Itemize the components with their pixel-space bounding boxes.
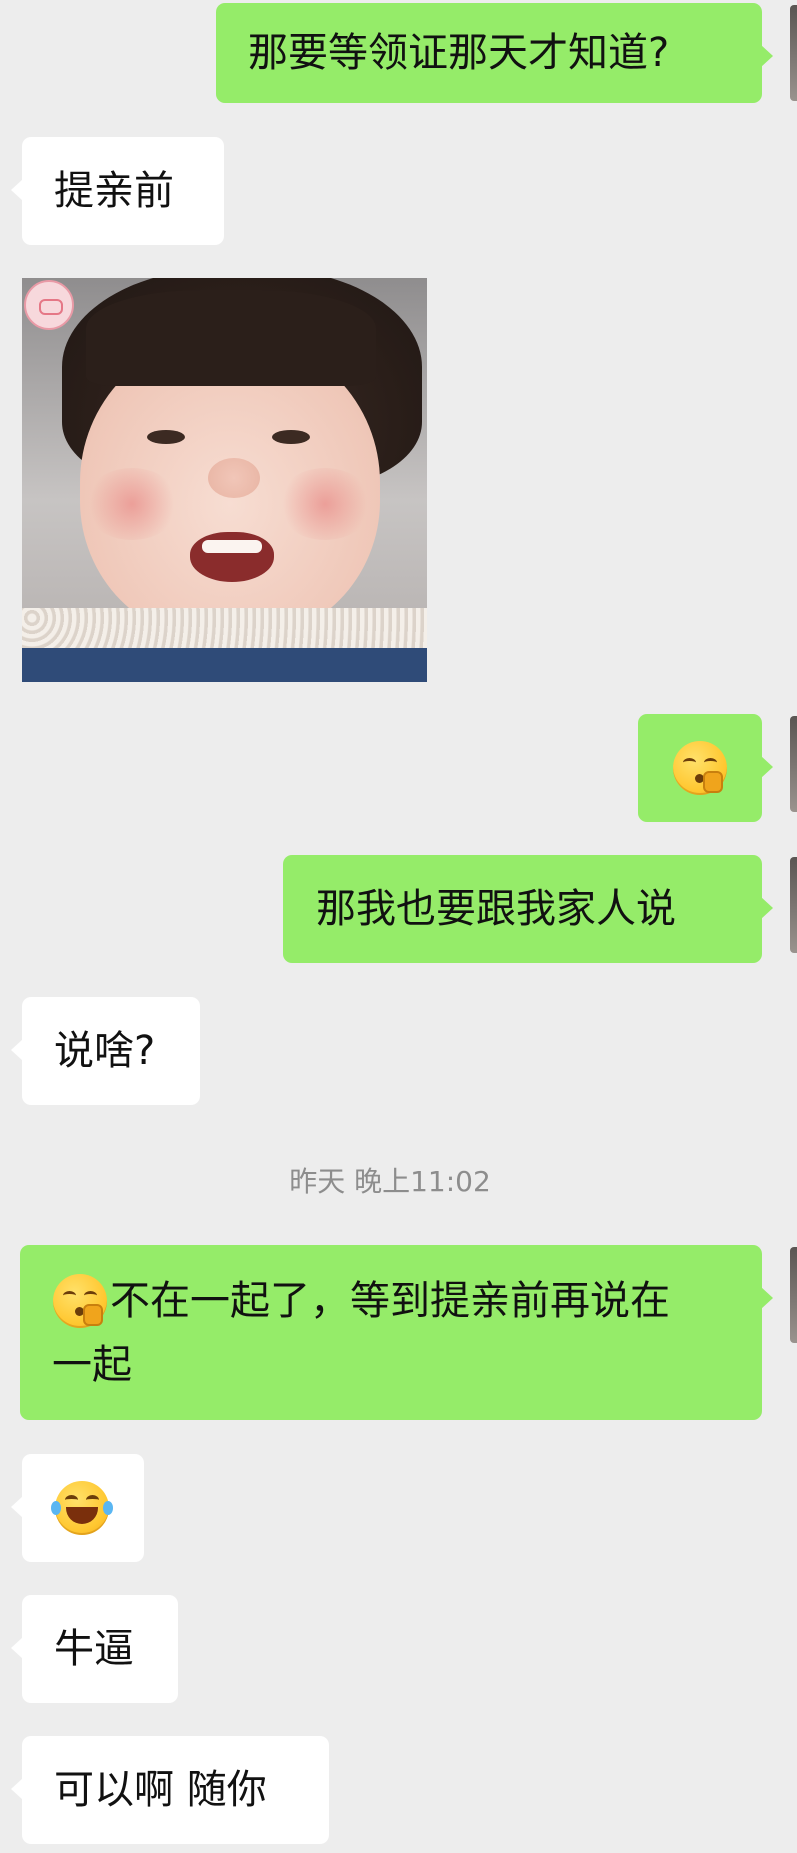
tears-of-joy-icon	[51, 1481, 113, 1535]
photo-eye	[147, 430, 185, 444]
emoji-eye	[84, 1291, 97, 1300]
emoji-tear	[103, 1501, 113, 1515]
message-text: 提亲前	[54, 168, 174, 214]
photo-bangs	[86, 290, 376, 386]
message-text: 不在一起了，等到提亲前再说在	[110, 1278, 670, 1324]
photo-cheek	[84, 468, 180, 540]
pig-sticker-icon	[24, 280, 74, 330]
photo-shirt	[22, 648, 427, 682]
message-bubble-incoming[interactable]: 牛逼	[11, 1595, 178, 1703]
chat-view[interactable]: 那要等领证那天才知道? 提亲前 那我也要跟我家人说 说啥? 昨天 晚上11:02…	[0, 0, 797, 1853]
photo-eye	[272, 430, 310, 444]
message-text: 牛逼	[54, 1626, 134, 1672]
message-bubble-outgoing[interactable]: 不在一起了，等到提亲前再说在 一起	[20, 1245, 773, 1420]
message-text: 可以啊 随你	[54, 1767, 267, 1813]
photo-nose	[208, 458, 260, 498]
emoji-hand	[83, 1304, 103, 1326]
avatar[interactable]	[790, 857, 797, 953]
timestamp-divider: 昨天 晚上11:02	[289, 1165, 491, 1198]
message-text: 一起	[52, 1342, 132, 1388]
emoji-eye	[86, 1495, 99, 1505]
emoji-eye	[683, 758, 696, 767]
message-text: 那要等领证那天才知道?	[248, 30, 670, 76]
emoji-mouth	[66, 1507, 98, 1524]
avatar[interactable]	[790, 5, 797, 101]
message-text: 那我也要跟我家人说	[316, 886, 676, 932]
shush-face-icon	[53, 1274, 107, 1328]
emoji-tear	[51, 1501, 61, 1515]
avatar[interactable]	[790, 716, 797, 812]
message-bubble-incoming[interactable]	[11, 1454, 144, 1562]
avatar[interactable]	[790, 1247, 797, 1343]
shush-face-icon	[673, 741, 727, 795]
message-text: 说啥?	[54, 1028, 156, 1074]
emoji-eye	[704, 758, 717, 767]
photo-cheek	[277, 468, 373, 540]
message-bubble-incoming[interactable]: 可以啊 随你	[11, 1736, 329, 1844]
message-bubble-incoming[interactable]: 说啥?	[11, 997, 200, 1105]
emoji-eye	[63, 1291, 76, 1300]
message-bubble-outgoing[interactable]: 那要等领证那天才知道?	[216, 3, 773, 103]
message-bubble-incoming[interactable]: 提亲前	[11, 137, 224, 245]
emoji-hand	[703, 771, 723, 793]
sticker-image[interactable]	[22, 278, 427, 682]
message-bubble-outgoing[interactable]: 那我也要跟我家人说	[283, 855, 773, 963]
emoji-eye	[65, 1495, 78, 1505]
photo-teeth	[202, 540, 262, 553]
message-bubble-outgoing[interactable]	[638, 714, 773, 822]
